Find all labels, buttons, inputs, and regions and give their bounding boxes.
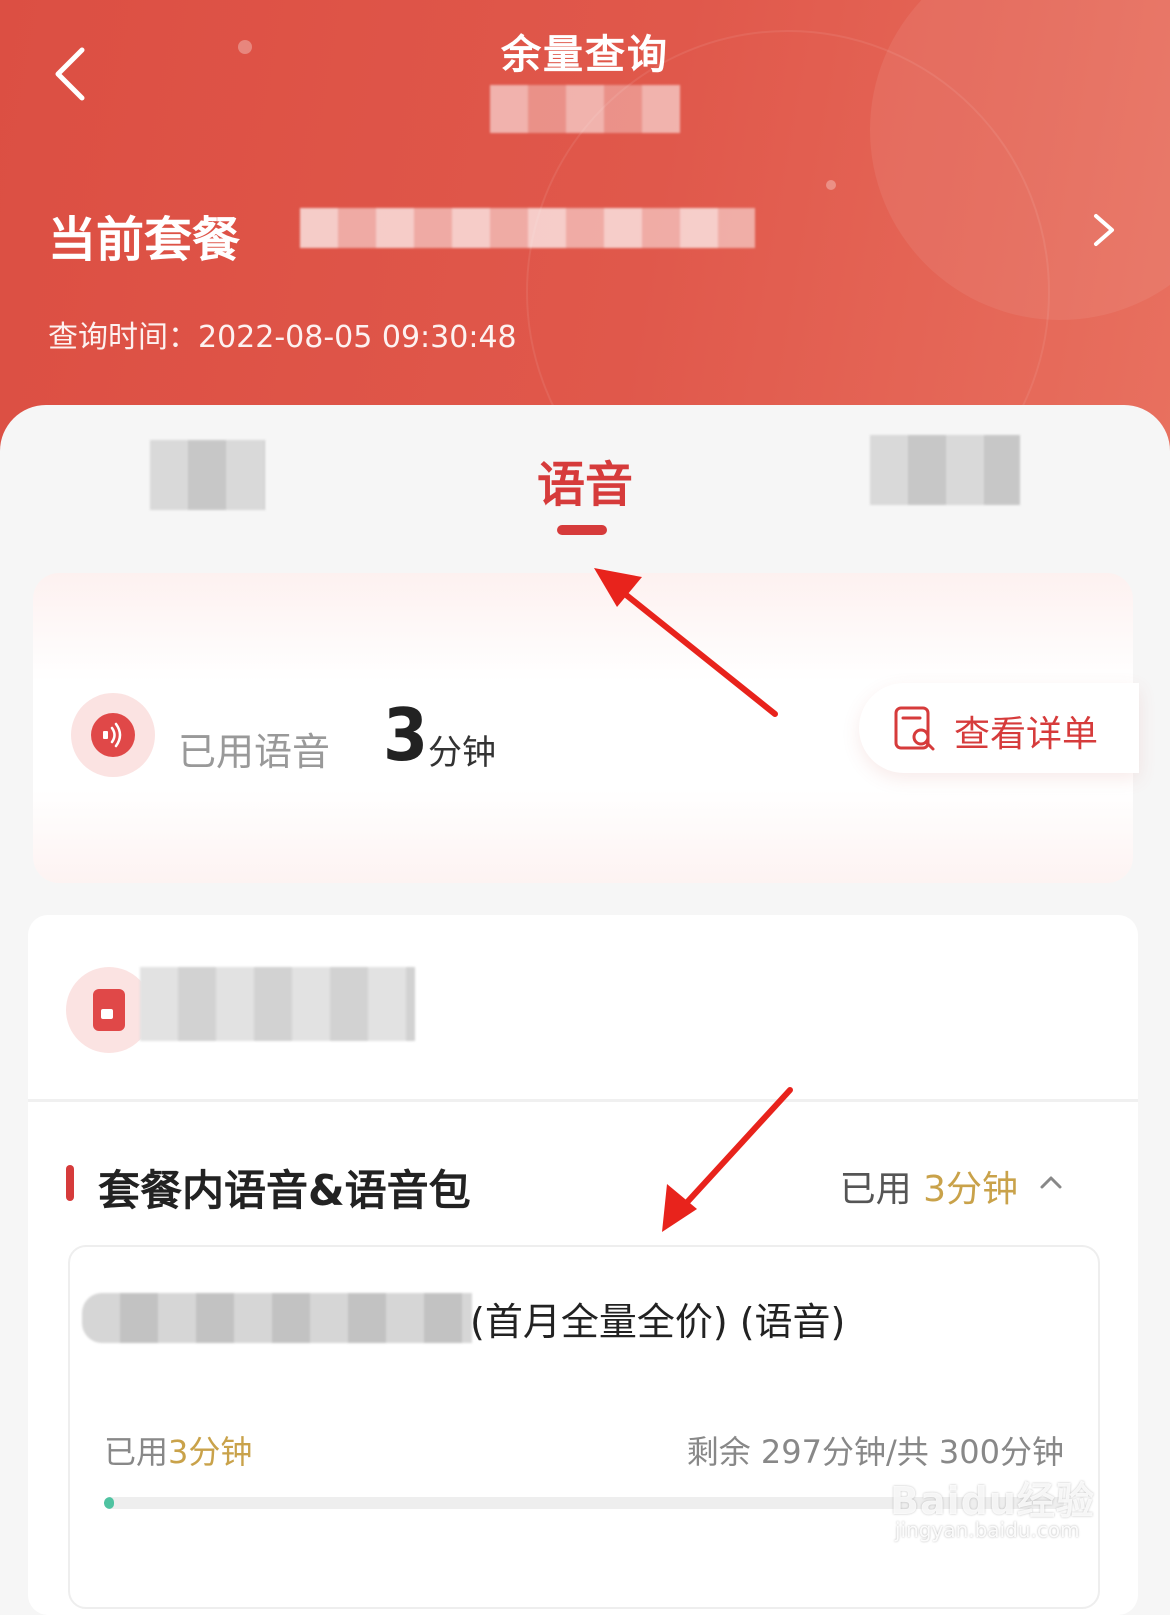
used-voice-value: 3	[383, 693, 429, 777]
tab-active-indicator	[557, 525, 607, 535]
watermark-url: jingyan.baidu.com	[895, 1518, 1080, 1542]
plan-name-redacted	[300, 208, 755, 248]
current-plan-label: 当前套餐	[48, 212, 241, 268]
watermark-brand: Baidu经验	[890, 1479, 1095, 1523]
package-name-suffix: (首月全量全价) (语音)	[470, 1300, 846, 1344]
document-search-icon	[894, 706, 935, 751]
query-time: 查询时间：2022-08-05 09:30:48	[48, 320, 517, 355]
section-used-prefix: 已用	[839, 1169, 924, 1210]
package-used-value: 3分钟	[168, 1433, 253, 1471]
header-dot	[826, 180, 836, 190]
tab-redacted-right[interactable]	[870, 435, 1020, 505]
section-used-summary: 已用 3分钟	[840, 1160, 1018, 1212]
phone-number-redacted	[490, 85, 680, 133]
used-voice-label: 已用语音	[178, 730, 331, 774]
package-used: 已用3分钟	[104, 1427, 252, 1473]
view-details-button[interactable]: 查看详单	[859, 683, 1139, 773]
section-title: 套餐内语音&语音包	[98, 1166, 471, 1215]
divider	[28, 1099, 1138, 1102]
chevron-right-icon[interactable]	[1086, 210, 1122, 250]
content-sheet: 语音 已用语音 3 分钟 查看详单 套餐内语音&语音包 已用 3分钟 (首月全量…	[0, 405, 1170, 1615]
section-used-value: 3分钟	[923, 1169, 1018, 1210]
package-item: (首月全量全价) (语音) 已用3分钟 剩余 297分钟/共 300分钟	[68, 1245, 1100, 1609]
voice-icon	[71, 693, 155, 777]
view-details-label: 查看详单	[954, 714, 1099, 755]
package-remaining: 剩余 297分钟/共 300分钟	[686, 1433, 1064, 1471]
package-name-redacted	[82, 1293, 472, 1343]
tab-voice[interactable]: 语音	[500, 445, 670, 535]
tab-redacted-left[interactable]	[150, 440, 265, 510]
header-banner: 余量查询 当前套餐 查询时间：2022-08-05 09:30:48	[0, 0, 1170, 470]
chevron-up-icon[interactable]	[1036, 1167, 1066, 1197]
used-voice-unit: 分钟	[428, 733, 496, 773]
page-title: 余量查询	[501, 32, 669, 78]
section-marker	[66, 1165, 74, 1201]
package-used-prefix: 已用	[104, 1433, 169, 1471]
usage-progress-fill	[104, 1497, 114, 1509]
phone-info-redacted	[140, 967, 415, 1041]
voice-usage-card: 已用语音 3 分钟 查看详单	[33, 573, 1139, 883]
